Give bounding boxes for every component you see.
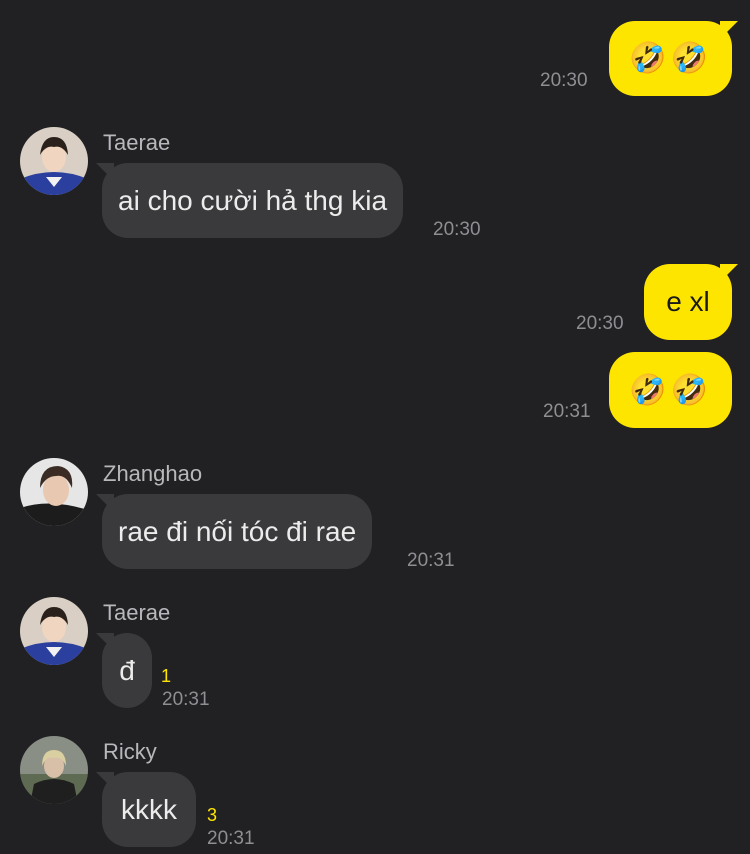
- avatar-ricky[interactable]: [20, 736, 88, 804]
- incoming-message-bubble[interactable]: rae đi nối tóc đi rae: [102, 494, 373, 569]
- message-text: ai cho cười hả thg kia: [118, 184, 388, 216]
- outgoing-message-bubble[interactable]: e xl: [644, 264, 732, 340]
- avatar-taerae[interactable]: [20, 597, 88, 665]
- message-time: 20:31: [407, 550, 455, 571]
- message-time: 20:30: [433, 219, 481, 240]
- unread-count: 3: [207, 805, 218, 825]
- rofl-emoji: 🤣🤣: [629, 372, 712, 408]
- sender-name: Zhanghao: [103, 461, 203, 486]
- outgoing-message-bubble[interactable]: 🤣🤣: [609, 21, 732, 96]
- message-time: 20:30: [576, 313, 624, 334]
- message-text: đ: [119, 654, 135, 686]
- sender-name: Taerae: [103, 130, 171, 155]
- avatar-taerae[interactable]: [20, 127, 88, 195]
- sender-name: Ricky: [103, 739, 157, 764]
- outgoing-message-bubble[interactable]: 🤣🤣: [609, 352, 732, 428]
- incoming-message-bubble[interactable]: đ: [102, 633, 152, 708]
- message-text: e xl: [666, 286, 710, 317]
- incoming-message-bubble[interactable]: kkkk: [102, 772, 196, 847]
- message-text: kkkk: [121, 793, 177, 825]
- sender-name: Taerae: [103, 600, 171, 625]
- message-text: rae đi nối tóc đi rae: [118, 515, 357, 547]
- message-time: 20:31: [162, 689, 210, 710]
- message-time: 20:30: [540, 70, 588, 91]
- incoming-message-bubble[interactable]: ai cho cười hả thg kia: [102, 163, 404, 238]
- message-time: 20:31: [207, 828, 255, 849]
- avatar-zhanghao[interactable]: [20, 458, 88, 526]
- unread-count: 1: [161, 666, 172, 686]
- message-time: 20:31: [543, 401, 591, 422]
- rofl-emoji: 🤣🤣: [629, 41, 712, 76]
- chat-message-list[interactable]: 20:30 🤣🤣 Taerae ai cho cười hả thg kia 2…: [0, 0, 750, 854]
